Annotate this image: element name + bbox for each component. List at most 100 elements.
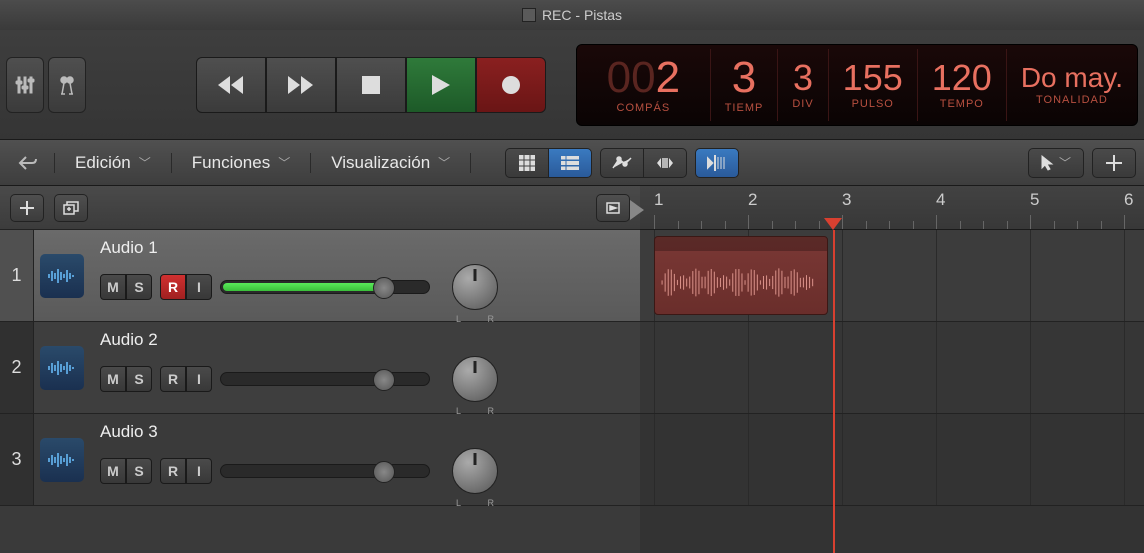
lcd-pulse-value[interactable]: 155 [843, 60, 903, 96]
volume-slider[interactable] [220, 372, 430, 386]
track-number: 2 [0, 322, 34, 413]
audio-wave-icon [47, 267, 77, 285]
solo-button[interactable]: S [126, 458, 152, 484]
track-name[interactable]: Audio 3 [100, 422, 630, 442]
lcd-bar-value[interactable]: 002 [607, 56, 680, 100]
lcd-key-value[interactable]: Do may. [1021, 64, 1123, 92]
duplicate-track-button[interactable] [54, 194, 88, 222]
mute-button[interactable]: M [100, 366, 126, 392]
track-header[interactable]: 3 Audio 3 M S R I LR [0, 414, 640, 506]
timeline-row[interactable] [640, 322, 1144, 414]
lcd-div-value[interactable]: 3 [793, 60, 813, 96]
bar-ruler[interactable]: 1 2 3 4 5 6 [640, 186, 1144, 230]
timeline-row[interactable] [640, 230, 1144, 322]
volume-thumb[interactable] [373, 369, 395, 391]
volume-thumb[interactable] [373, 277, 395, 299]
pointer-tool-button[interactable]: ﹀ [1028, 148, 1084, 178]
automation-button[interactable] [600, 148, 644, 178]
flex-button[interactable] [643, 148, 687, 178]
pan-left-label: L [456, 406, 461, 416]
project-icon [522, 8, 536, 22]
input-monitor-button[interactable]: I [186, 458, 212, 484]
mixer-button[interactable] [6, 57, 44, 113]
record-enable-button[interactable]: R [160, 366, 186, 392]
ruler-bar-number: 1 [654, 186, 663, 229]
lcd-display: 002 COMPÁS 3 TIEMP 3 DIV 155 PULSO 120 T… [576, 44, 1138, 126]
play-button[interactable] [406, 57, 476, 113]
lcd-beat-label: TIEMP [725, 102, 764, 114]
view-menu[interactable]: Visualización﹀ [317, 148, 464, 178]
rewind-button[interactable] [196, 57, 266, 113]
add-track-button[interactable] [10, 194, 44, 222]
solo-button[interactable]: S [126, 366, 152, 392]
audio-wave-icon [47, 451, 77, 469]
chevron-down-icon: ﹀ [139, 154, 151, 171]
lcd-bar-label: COMPÁS [617, 102, 671, 114]
forward-button[interactable] [266, 57, 336, 113]
mute-button[interactable]: M [100, 458, 126, 484]
ruler-bar-number: 6 [1124, 186, 1133, 229]
chevron-down-icon: ﹀ [438, 154, 450, 171]
chevron-down-icon: ﹀ [1059, 154, 1071, 171]
input-monitor-button[interactable]: I [186, 366, 212, 392]
input-monitor-button[interactable]: I [186, 274, 212, 300]
control-bar: 002 COMPÁS 3 TIEMP 3 DIV 155 PULSO 120 T… [0, 30, 1144, 140]
catch-playhead-button[interactable] [695, 148, 739, 178]
record-button[interactable] [476, 57, 546, 113]
track-icon[interactable] [34, 414, 90, 505]
pan-knob[interactable]: LR [452, 264, 498, 310]
solo-button[interactable]: S [126, 274, 152, 300]
ruler-bar-number: 3 [842, 186, 851, 229]
grid-view-button[interactable] [505, 148, 549, 178]
ruler-bar-number: 5 [1030, 186, 1039, 229]
stop-button[interactable] [336, 57, 406, 113]
playhead-marker[interactable] [824, 218, 842, 230]
track-header-panel: 1 Audio 1 M S R I LR [0, 186, 640, 553]
transport-controls [196, 57, 546, 113]
track-name[interactable]: Audio 2 [100, 330, 630, 350]
pan-knob[interactable]: LR [452, 448, 498, 494]
workspace: 1 Audio 1 M S R I LR [0, 186, 1144, 553]
timeline-row[interactable] [640, 414, 1144, 506]
track-name[interactable]: Audio 1 [100, 238, 630, 258]
timeline-area[interactable]: 1 2 3 4 5 6 [640, 186, 1144, 553]
track-icon[interactable] [34, 230, 90, 321]
region-header[interactable] [655, 237, 827, 251]
volume-slider[interactable] [220, 280, 430, 294]
lcd-div-label: DIV [792, 98, 813, 110]
volume-thumb[interactable] [373, 461, 395, 483]
edit-menu[interactable]: Edición﹀ [61, 148, 165, 178]
functions-menu[interactable]: Funciones﹀ [178, 148, 304, 178]
track-header[interactable]: 2 Audio 2 M S R I LR [0, 322, 640, 414]
record-enable-button[interactable]: R [160, 274, 186, 300]
ruler-bar-number: 2 [748, 186, 757, 229]
chevron-down-icon: ﹀ [278, 154, 290, 171]
ruler-bar-number: 4 [936, 186, 945, 229]
audio-region[interactable] [654, 236, 828, 315]
list-view-button[interactable] [548, 148, 592, 178]
lcd-pulse-label: PULSO [852, 98, 894, 110]
lcd-beat-value[interactable]: 3 [732, 56, 756, 100]
window-title: REC - Pistas [542, 7, 622, 23]
pan-right-label: R [488, 314, 495, 324]
lcd-tempo-value[interactable]: 120 [932, 60, 992, 96]
audio-wave-icon [47, 359, 77, 377]
track-number: 3 [0, 414, 34, 505]
playhead-line[interactable] [833, 230, 835, 553]
tracks-menu-bar: Edición﹀ Funciones﹀ Visualización﹀ ﹀ [0, 140, 1144, 186]
lcd-tempo-label: TEMPO [940, 98, 984, 110]
track-header[interactable]: 1 Audio 1 M S R I LR [0, 230, 640, 322]
hierarchy-back-button[interactable] [8, 148, 48, 178]
volume-slider[interactable] [220, 464, 430, 478]
track-number: 1 [0, 230, 34, 321]
pan-right-label: R [488, 498, 495, 508]
record-enable-button[interactable]: R [160, 458, 186, 484]
zoom-tool-button[interactable] [1092, 148, 1136, 178]
global-tracks-button[interactable] [596, 194, 630, 222]
editors-button[interactable] [48, 57, 86, 113]
track-icon[interactable] [34, 322, 90, 413]
pan-left-label: L [456, 314, 461, 324]
region-waveform [655, 251, 827, 314]
pan-knob[interactable]: LR [452, 356, 498, 402]
mute-button[interactable]: M [100, 274, 126, 300]
